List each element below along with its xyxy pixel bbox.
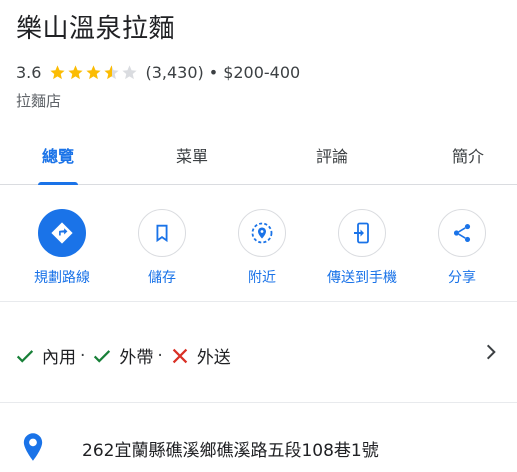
- service-delivery: 外送: [169, 343, 231, 368]
- nearby-circle: [238, 209, 286, 257]
- action-label: 規劃路線: [34, 270, 90, 286]
- tab-overview[interactable]: 總覽: [18, 125, 98, 185]
- star-half-icon: [104, 64, 120, 79]
- star-rating: [49, 64, 139, 81]
- nearby-button[interactable]: 附近: [212, 209, 312, 287]
- tab-bar: 總覽 菜單 評論 簡介: [0, 125, 517, 185]
- active-tab-indicator: [38, 182, 78, 185]
- send-to-phone-icon: [354, 222, 369, 244]
- chevron-right-icon[interactable]: [481, 342, 501, 362]
- address-text: 262宜蘭縣礁溪鄉礁溪路五段108巷1號: [82, 441, 379, 461]
- separator-dot: •: [208, 62, 219, 82]
- action-label: 傳送到手機: [327, 270, 397, 286]
- service-label: 內用: [42, 348, 76, 368]
- star-icon: [86, 64, 102, 79]
- share-icon: [453, 224, 471, 242]
- check-icon: [16, 349, 34, 363]
- tab-label: 菜單: [175, 146, 208, 166]
- bookmark-icon: [156, 224, 168, 243]
- star-icon: [68, 64, 84, 79]
- share-button[interactable]: 分享: [412, 209, 512, 287]
- action-label: 分享: [448, 270, 476, 286]
- save-circle: [138, 209, 186, 257]
- send-to-phone-circle: [338, 209, 386, 257]
- rating-row: 3.6 (3,430) • $200-400: [16, 61, 300, 83]
- cross-icon: [172, 348, 188, 363]
- action-bar: 規劃路線 儲存 附近 傳送到手機 分享: [0, 186, 517, 302]
- service-dine-in: 內用 ·: [14, 343, 91, 368]
- review-count-link[interactable]: (3,430): [145, 63, 203, 82]
- action-label: 附近: [248, 270, 276, 286]
- tab-about[interactable]: 簡介: [428, 125, 508, 184]
- place-title: 樂山溫泉拉麵: [16, 14, 176, 44]
- location-pin-icon: [23, 433, 43, 461]
- star-empty-icon: [122, 64, 138, 79]
- share-circle: [438, 209, 486, 257]
- tab-label: 總覽: [41, 146, 74, 166]
- nearby-icon: [251, 222, 273, 244]
- service-takeout: 外帶 ·: [91, 343, 168, 368]
- action-label: 儲存: [148, 270, 176, 286]
- price-range: $200-400: [223, 62, 301, 82]
- service-options-list: 內用 · 外帶 · 外送: [14, 343, 231, 368]
- tab-label: 簡介: [451, 146, 484, 166]
- service-label: 外帶: [119, 348, 154, 368]
- directions-circle: [38, 209, 86, 257]
- service-separator: ·: [80, 345, 86, 366]
- save-button[interactable]: 儲存: [112, 209, 212, 287]
- address-row[interactable]: 262宜蘭縣礁溪鄉礁溪路五段108巷1號: [0, 404, 517, 472]
- check-icon: [94, 349, 111, 363]
- tab-menu[interactable]: 菜單: [152, 125, 232, 184]
- directions-icon: [51, 222, 73, 244]
- star-icon: [50, 64, 66, 79]
- send-to-phone-button[interactable]: 傳送到手機: [312, 209, 412, 287]
- place-category[interactable]: 拉麵店: [16, 90, 61, 111]
- tab-reviews[interactable]: 評論: [292, 125, 372, 184]
- rating-value: 3.6: [16, 62, 42, 82]
- service-separator: ·: [157, 345, 163, 366]
- directions-button[interactable]: 規劃路線: [12, 209, 112, 287]
- service-options-row[interactable]: 內用 · 外帶 · 外送: [0, 303, 517, 403]
- service-label: 外送: [196, 348, 231, 368]
- tab-label: 評論: [315, 146, 348, 166]
